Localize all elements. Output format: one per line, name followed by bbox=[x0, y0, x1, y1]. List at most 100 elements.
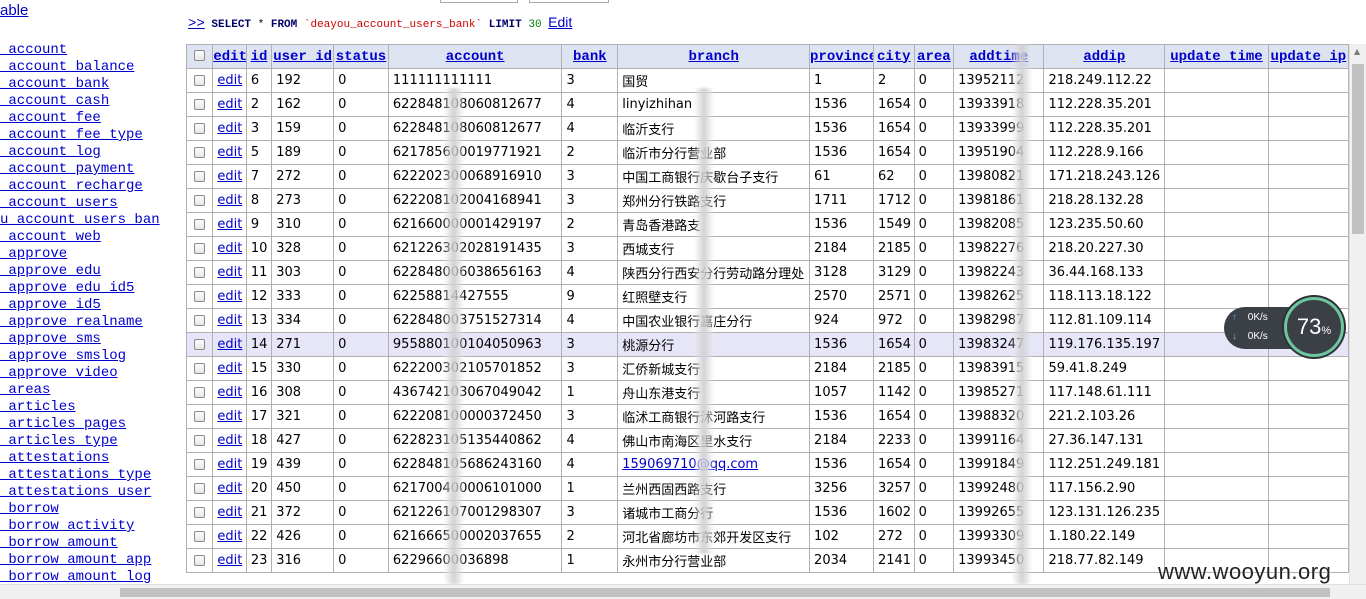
sidebar-table-item[interactable]: _borrow_amount_app bbox=[0, 552, 160, 569]
sidebar-table-item[interactable]: _articles_type bbox=[0, 433, 160, 450]
row-checkbox[interactable] bbox=[194, 219, 206, 230]
row-checkbox[interactable] bbox=[194, 291, 206, 302]
sidebar-table-item[interactable]: u_account_users_ban bbox=[0, 212, 160, 229]
horizontal-scroll-thumb[interactable] bbox=[120, 588, 1330, 597]
sidebar-table-item[interactable]: _account_users bbox=[0, 195, 160, 212]
row-checkbox-cell[interactable] bbox=[186, 260, 214, 285]
row-edit-link[interactable]: edit bbox=[212, 356, 247, 381]
row-checkbox[interactable] bbox=[194, 531, 206, 542]
table-row[interactable]: edit 13 334 0 622848003751527314 4 中国农业银行嘉庄分行 9… bbox=[186, 308, 1349, 333]
row-edit-link[interactable]: edit bbox=[212, 68, 247, 93]
top-input-2[interactable] bbox=[529, 0, 609, 3]
row-checkbox-cell[interactable] bbox=[186, 164, 214, 189]
table-row[interactable]: edit 5 189 0 621785600019771921 2 临沂市分行营业部 1536… bbox=[186, 140, 1349, 165]
horizontal-scrollbar[interactable] bbox=[0, 584, 1366, 599]
row-checkbox-cell[interactable] bbox=[186, 236, 214, 261]
table-row[interactable]: edit 10 328 0 621226302028191435 3 西城支行 2184 218… bbox=[186, 236, 1349, 261]
row-edit-link[interactable]: edit bbox=[212, 404, 247, 429]
row-checkbox[interactable] bbox=[194, 555, 206, 566]
sidebar-table-item[interactable]: _articles bbox=[0, 399, 160, 416]
sidebar-table-item[interactable]: _account_recharge bbox=[0, 178, 160, 195]
select-all-checkbox[interactable] bbox=[194, 50, 206, 62]
vertical-scroll-thumb[interactable] bbox=[1352, 64, 1364, 234]
row-checkbox-cell[interactable] bbox=[186, 68, 214, 93]
row-checkbox-cell[interactable] bbox=[186, 188, 214, 213]
sidebar-table-item[interactable]: _account bbox=[0, 42, 160, 59]
row-edit-link[interactable]: edit bbox=[212, 308, 247, 333]
table-row[interactable]: edit 2 162 0 622848108060812677 4 linyizhihan 1… bbox=[186, 92, 1349, 117]
sidebar-table-item[interactable]: _approve bbox=[0, 246, 160, 263]
row-checkbox[interactable] bbox=[194, 267, 206, 278]
vertical-scrollbar[interactable]: ▲ bbox=[1349, 44, 1366, 584]
row-checkbox-cell[interactable] bbox=[186, 500, 214, 525]
table-row[interactable]: edit1732106222081000003724503临沭工商银行沭河路支行… bbox=[186, 404, 1349, 429]
sidebar-table-item[interactable]: _approve_realname bbox=[0, 314, 160, 331]
sidebar-table-item[interactable]: _articles_pages bbox=[0, 416, 160, 433]
sidebar-table-item[interactable]: _approve_smslog bbox=[0, 348, 160, 365]
row-checkbox[interactable] bbox=[194, 339, 206, 350]
table-row[interactable]: edit 3 159 0 622848108060812677 4 临沂支行 1536 1654… bbox=[186, 116, 1349, 141]
table-row[interactable]: edit 16 308 0 436742103067049042 1 舟山东港支行 1057 1… bbox=[186, 380, 1349, 405]
sidebar-table-item[interactable]: _account_web bbox=[0, 229, 160, 246]
row-checkbox[interactable] bbox=[194, 147, 206, 158]
row-checkbox[interactable] bbox=[194, 99, 206, 110]
sidebar-table-item[interactable]: _borrow bbox=[0, 501, 160, 518]
sidebar-table-item[interactable]: _attestations_type bbox=[0, 467, 160, 484]
column-header-update-time[interactable]: update_time bbox=[1164, 44, 1269, 69]
row-checkbox-cell[interactable] bbox=[186, 116, 214, 141]
table-row[interactable]: edit727206222023000689169103中国工商银行庆歇台子支行… bbox=[186, 164, 1349, 189]
row-checkbox-cell[interactable] bbox=[186, 380, 214, 405]
row-edit-link[interactable]: edit bbox=[212, 524, 247, 549]
row-edit-link[interactable]: edit bbox=[212, 212, 247, 237]
row-edit-link[interactable]: edit bbox=[212, 140, 247, 165]
table-row[interactable]: edit 20 450 0 621700400006101000 1 兰州西固西路支行 325… bbox=[186, 476, 1349, 501]
row-checkbox[interactable] bbox=[194, 123, 206, 134]
column-header-edit[interactable]: edit bbox=[212, 44, 247, 69]
column-header-area[interactable]: area bbox=[913, 44, 955, 69]
column-header-bank[interactable]: bank bbox=[561, 44, 619, 69]
row-checkbox[interactable] bbox=[194, 315, 206, 326]
sidebar-table-item[interactable]: _account_fee_type bbox=[0, 127, 160, 144]
cpu-usage-gauge[interactable]: 73% bbox=[1284, 297, 1344, 357]
row-checkbox[interactable] bbox=[194, 483, 206, 494]
scroll-up-icon[interactable]: ▲ bbox=[1354, 47, 1360, 56]
row-checkbox-cell[interactable] bbox=[186, 452, 214, 477]
column-header-branch[interactable]: branch bbox=[617, 44, 811, 69]
row-edit-link[interactable]: edit bbox=[212, 380, 247, 405]
sidebar-table-item[interactable]: _approve_edu_id5 bbox=[0, 280, 160, 297]
row-edit-link[interactable]: edit bbox=[212, 188, 247, 213]
sidebar-table-item[interactable]: _account_fee bbox=[0, 110, 160, 127]
sidebar-table-item[interactable]: _attestations_user bbox=[0, 484, 160, 501]
row-checkbox-cell[interactable] bbox=[186, 212, 214, 237]
edit-query-link[interactable]: Edit bbox=[548, 14, 572, 30]
sidebar-table-item[interactable]: _borrow_amount_log bbox=[0, 569, 160, 584]
sidebar-table-item[interactable]: _account_cash bbox=[0, 93, 160, 110]
table-row[interactable]: edit 15 330 0 622200302105701852 3 汇侨新城支行 2184 2… bbox=[186, 356, 1349, 381]
row-checkbox[interactable] bbox=[194, 387, 206, 398]
top-input-1[interactable] bbox=[440, 0, 518, 3]
row-checkbox-cell[interactable] bbox=[186, 548, 214, 573]
column-header-city[interactable]: city bbox=[872, 44, 915, 69]
sidebar-table-item[interactable]: _borrow_amount bbox=[0, 535, 160, 552]
row-checkbox-cell[interactable] bbox=[186, 92, 214, 117]
query-toggle-arrows[interactable]: >> bbox=[188, 16, 205, 32]
column-header-user-id[interactable]: user_id bbox=[271, 44, 335, 69]
row-checkbox[interactable] bbox=[194, 363, 206, 374]
sidebar-table-item[interactable]: _attestations bbox=[0, 450, 160, 467]
column-header-update-ip[interactable]: update_ip bbox=[1267, 44, 1349, 69]
row-edit-link[interactable]: edit bbox=[212, 428, 247, 453]
row-edit-link[interactable]: edit bbox=[212, 164, 247, 189]
column-header-account[interactable]: account bbox=[387, 44, 563, 69]
table-row[interactable]: edit 6 192 0 111111111111 3 国贸 1 2 0 13952112 218.2… bbox=[186, 68, 1349, 93]
row-checkbox[interactable] bbox=[194, 75, 206, 86]
row-checkbox-cell[interactable] bbox=[186, 308, 214, 333]
row-edit-link[interactable]: edit bbox=[212, 548, 247, 573]
sidebar-table-item[interactable]: _account_balance bbox=[0, 59, 160, 76]
row-checkbox-cell[interactable] bbox=[186, 428, 214, 453]
row-edit-link[interactable]: edit bbox=[212, 116, 247, 141]
row-edit-link[interactable]: edit bbox=[212, 236, 247, 261]
table-row[interactable]: edit 8 273 0 622208102004168941 3 郑州分行铁路支行 1711… bbox=[186, 188, 1349, 213]
column-header-status[interactable]: status bbox=[333, 44, 389, 69]
column-header-addip[interactable]: addip bbox=[1043, 44, 1166, 69]
sidebar-table-item[interactable]: _approve_id5 bbox=[0, 297, 160, 314]
